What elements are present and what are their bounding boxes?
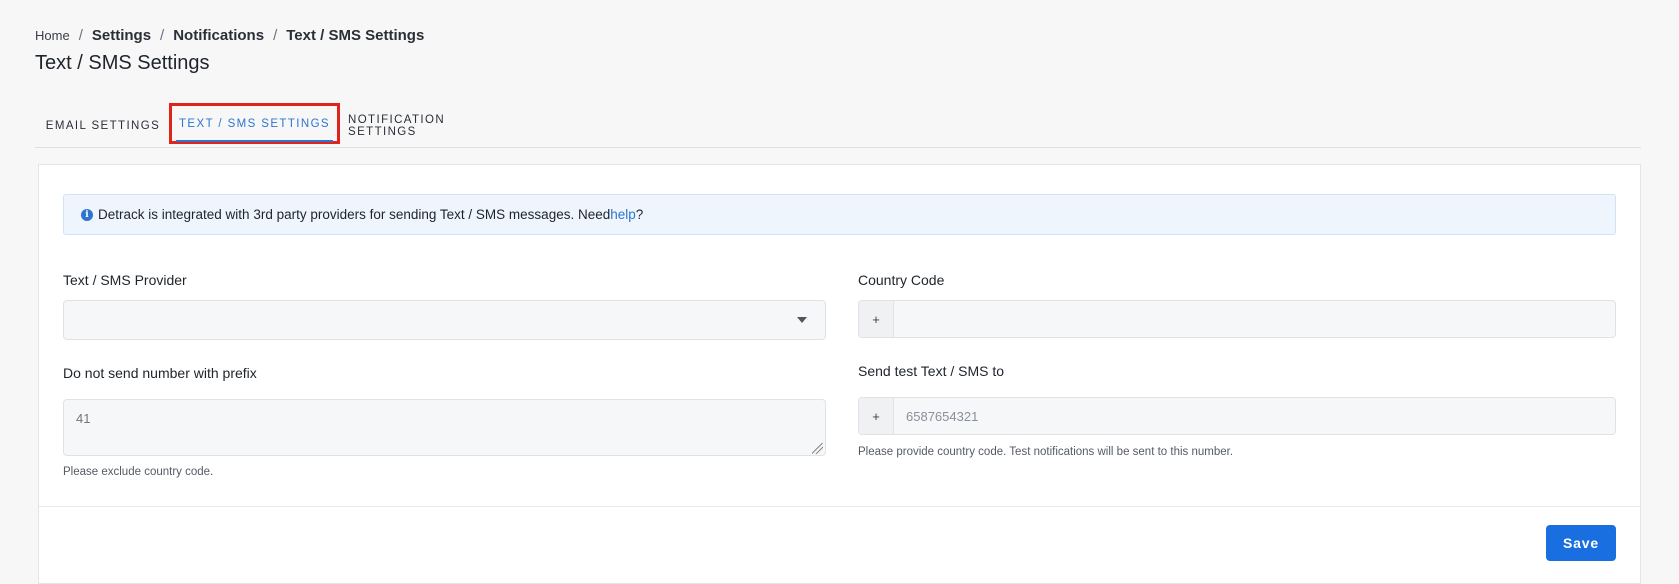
resize-handle-icon[interactable]	[812, 443, 823, 454]
info-icon: i	[81, 208, 93, 221]
breadcrumb-notifications[interactable]: Notifications	[173, 27, 264, 44]
save-button[interactable]: Save	[1546, 525, 1616, 561]
breadcrumb: Home / Settings / Notifications / Text /…	[35, 27, 424, 44]
test-sms-plus-addon: +	[859, 398, 894, 434]
prefix-label: Do not send number with prefix	[63, 365, 257, 381]
test-sms-label: Send test Text / SMS to	[858, 363, 1005, 379]
country-code-plus-addon: +	[859, 301, 894, 337]
breadcrumb-current: Text / SMS Settings	[286, 27, 425, 44]
breadcrumb-separator: /	[78, 27, 83, 44]
tab-label: TEXT / SMS SETTINGS	[179, 117, 330, 130]
country-code-input[interactable]	[894, 301, 1615, 337]
tab-email-settings[interactable]: EMAIL SETTINGS	[35, 104, 171, 147]
info-banner: i Detrack is integrated with 3rd party p…	[63, 194, 1616, 235]
breadcrumb-separator: /	[160, 27, 165, 44]
tab-text-sms-settings[interactable]: TEXT / SMS SETTINGS	[169, 103, 340, 144]
caret-down-icon	[797, 317, 807, 323]
tab-label: EMAIL SETTINGS	[45, 119, 161, 132]
test-sms-group: +	[858, 397, 1616, 435]
prefix-help-text: Please exclude country code.	[63, 466, 214, 478]
test-sms-input[interactable]	[894, 398, 1615, 434]
country-code-group: +	[858, 300, 1616, 338]
info-text: Detrack is integrated with 3rd party pro…	[98, 207, 611, 222]
tab-label: NOTIFICATION SETTINGS	[348, 113, 446, 138]
page-title: Text / SMS Settings	[35, 52, 210, 74]
provider-label: Text / SMS Provider	[63, 272, 187, 288]
breadcrumb-separator: /	[273, 27, 278, 44]
info-text-end: ?	[635, 207, 644, 222]
footer-divider	[39, 506, 1640, 507]
prefix-textarea[interactable]	[63, 399, 826, 456]
settings-card: i Detrack is integrated with 3rd party p…	[38, 164, 1641, 584]
test-sms-help-text: Please provide country code. Test notifi…	[858, 446, 1234, 458]
help-link[interactable]: help	[610, 207, 636, 222]
breadcrumb-settings[interactable]: Settings	[92, 27, 151, 44]
country-code-label: Country Code	[858, 272, 945, 288]
breadcrumb-home[interactable]: Home	[35, 28, 70, 43]
provider-select[interactable]	[63, 300, 826, 340]
tab-bar: EMAIL SETTINGS TEXT / SMS SETTINGS NOTIF…	[35, 103, 1641, 148]
tab-notification-settings[interactable]: NOTIFICATION SETTINGS	[348, 104, 510, 147]
